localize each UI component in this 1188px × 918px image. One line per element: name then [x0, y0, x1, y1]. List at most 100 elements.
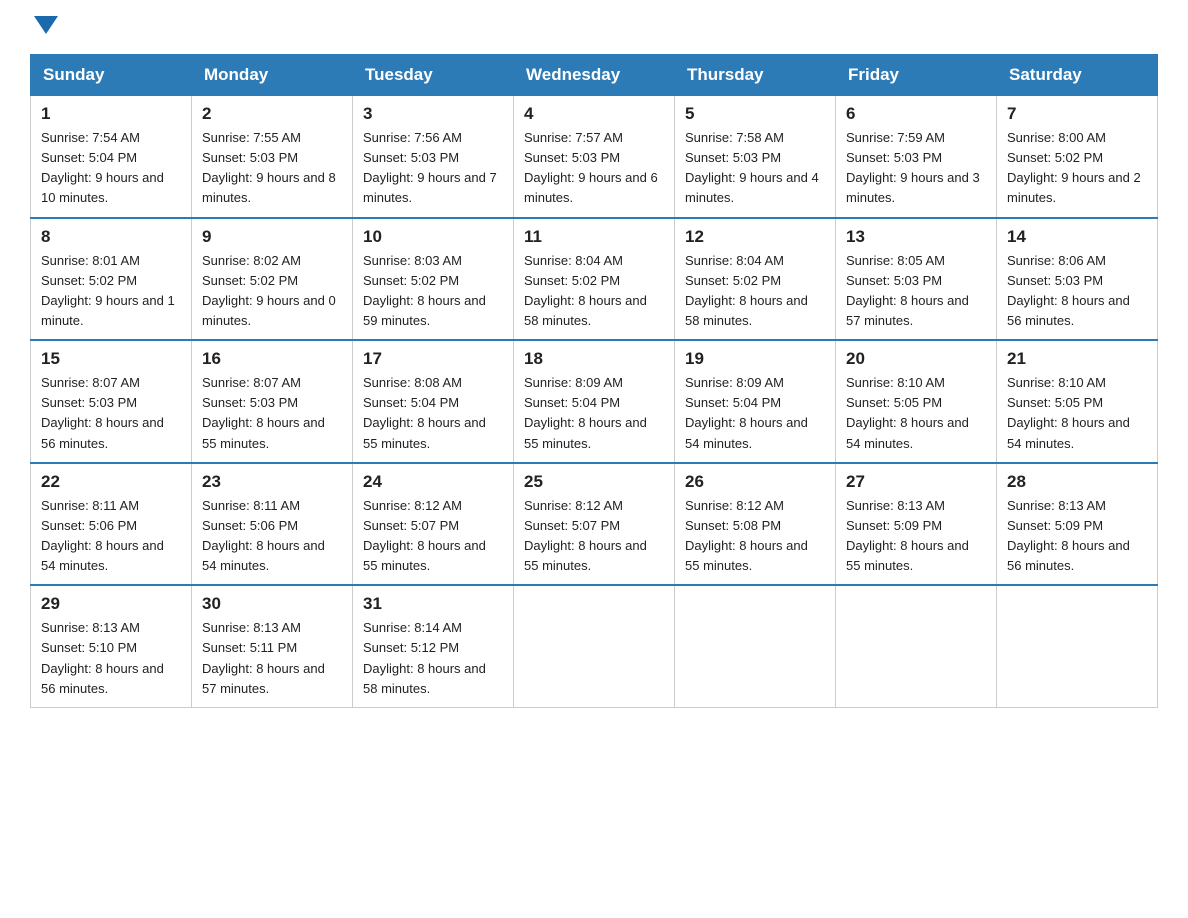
day-info: Sunrise: 8:12 AMSunset: 5:08 PMDaylight:… [685, 498, 808, 573]
calendar-cell: 5 Sunrise: 7:58 AMSunset: 5:03 PMDayligh… [675, 96, 836, 218]
col-sunday: Sunday [31, 55, 192, 96]
calendar-table: Sunday Monday Tuesday Wednesday Thursday… [30, 54, 1158, 708]
day-number: 26 [685, 472, 825, 492]
calendar-cell: 24 Sunrise: 8:12 AMSunset: 5:07 PMDaylig… [353, 463, 514, 586]
logo [30, 20, 58, 34]
day-number: 25 [524, 472, 664, 492]
calendar-week-row: 29 Sunrise: 8:13 AMSunset: 5:10 PMDaylig… [31, 585, 1158, 707]
calendar-cell: 4 Sunrise: 7:57 AMSunset: 5:03 PMDayligh… [514, 96, 675, 218]
day-number: 12 [685, 227, 825, 247]
calendar-week-row: 8 Sunrise: 8:01 AMSunset: 5:02 PMDayligh… [31, 218, 1158, 341]
day-number: 2 [202, 104, 342, 124]
calendar-cell [836, 585, 997, 707]
day-info: Sunrise: 8:12 AMSunset: 5:07 PMDaylight:… [363, 498, 486, 573]
day-info: Sunrise: 8:00 AMSunset: 5:02 PMDaylight:… [1007, 130, 1141, 205]
day-info: Sunrise: 7:58 AMSunset: 5:03 PMDaylight:… [685, 130, 819, 205]
day-number: 19 [685, 349, 825, 369]
day-number: 18 [524, 349, 664, 369]
day-info: Sunrise: 8:10 AMSunset: 5:05 PMDaylight:… [846, 375, 969, 450]
day-info: Sunrise: 8:10 AMSunset: 5:05 PMDaylight:… [1007, 375, 1130, 450]
calendar-cell: 17 Sunrise: 8:08 AMSunset: 5:04 PMDaylig… [353, 340, 514, 463]
day-info: Sunrise: 8:13 AMSunset: 5:10 PMDaylight:… [41, 620, 164, 695]
day-info: Sunrise: 8:11 AMSunset: 5:06 PMDaylight:… [41, 498, 164, 573]
day-info: Sunrise: 8:08 AMSunset: 5:04 PMDaylight:… [363, 375, 486, 450]
col-wednesday: Wednesday [514, 55, 675, 96]
day-info: Sunrise: 8:04 AMSunset: 5:02 PMDaylight:… [685, 253, 808, 328]
day-number: 22 [41, 472, 181, 492]
calendar-header-row: Sunday Monday Tuesday Wednesday Thursday… [31, 55, 1158, 96]
day-number: 27 [846, 472, 986, 492]
day-info: Sunrise: 8:07 AMSunset: 5:03 PMDaylight:… [41, 375, 164, 450]
calendar-cell: 29 Sunrise: 8:13 AMSunset: 5:10 PMDaylig… [31, 585, 192, 707]
day-info: Sunrise: 8:07 AMSunset: 5:03 PMDaylight:… [202, 375, 325, 450]
day-info: Sunrise: 7:55 AMSunset: 5:03 PMDaylight:… [202, 130, 336, 205]
day-info: Sunrise: 8:09 AMSunset: 5:04 PMDaylight:… [685, 375, 808, 450]
day-number: 16 [202, 349, 342, 369]
day-info: Sunrise: 7:57 AMSunset: 5:03 PMDaylight:… [524, 130, 658, 205]
page-header [30, 20, 1158, 34]
day-info: Sunrise: 7:59 AMSunset: 5:03 PMDaylight:… [846, 130, 980, 205]
day-number: 30 [202, 594, 342, 614]
calendar-cell: 16 Sunrise: 8:07 AMSunset: 5:03 PMDaylig… [192, 340, 353, 463]
calendar-cell: 14 Sunrise: 8:06 AMSunset: 5:03 PMDaylig… [997, 218, 1158, 341]
day-number: 28 [1007, 472, 1147, 492]
col-thursday: Thursday [675, 55, 836, 96]
col-tuesday: Tuesday [353, 55, 514, 96]
calendar-cell: 11 Sunrise: 8:04 AMSunset: 5:02 PMDaylig… [514, 218, 675, 341]
col-saturday: Saturday [997, 55, 1158, 96]
day-number: 21 [1007, 349, 1147, 369]
day-number: 1 [41, 104, 181, 124]
day-info: Sunrise: 7:56 AMSunset: 5:03 PMDaylight:… [363, 130, 497, 205]
col-monday: Monday [192, 55, 353, 96]
calendar-cell: 3 Sunrise: 7:56 AMSunset: 5:03 PMDayligh… [353, 96, 514, 218]
day-info: Sunrise: 8:13 AMSunset: 5:09 PMDaylight:… [846, 498, 969, 573]
calendar-cell: 27 Sunrise: 8:13 AMSunset: 5:09 PMDaylig… [836, 463, 997, 586]
day-info: Sunrise: 8:06 AMSunset: 5:03 PMDaylight:… [1007, 253, 1130, 328]
calendar-cell: 9 Sunrise: 8:02 AMSunset: 5:02 PMDayligh… [192, 218, 353, 341]
calendar-cell [997, 585, 1158, 707]
day-number: 9 [202, 227, 342, 247]
day-info: Sunrise: 8:03 AMSunset: 5:02 PMDaylight:… [363, 253, 486, 328]
day-number: 31 [363, 594, 503, 614]
day-number: 23 [202, 472, 342, 492]
day-info: Sunrise: 8:11 AMSunset: 5:06 PMDaylight:… [202, 498, 325, 573]
calendar-week-row: 15 Sunrise: 8:07 AMSunset: 5:03 PMDaylig… [31, 340, 1158, 463]
calendar-cell: 25 Sunrise: 8:12 AMSunset: 5:07 PMDaylig… [514, 463, 675, 586]
calendar-cell: 13 Sunrise: 8:05 AMSunset: 5:03 PMDaylig… [836, 218, 997, 341]
calendar-cell: 6 Sunrise: 7:59 AMSunset: 5:03 PMDayligh… [836, 96, 997, 218]
day-info: Sunrise: 7:54 AMSunset: 5:04 PMDaylight:… [41, 130, 164, 205]
day-number: 3 [363, 104, 503, 124]
day-info: Sunrise: 8:13 AMSunset: 5:09 PMDaylight:… [1007, 498, 1130, 573]
calendar-cell: 28 Sunrise: 8:13 AMSunset: 5:09 PMDaylig… [997, 463, 1158, 586]
calendar-cell: 22 Sunrise: 8:11 AMSunset: 5:06 PMDaylig… [31, 463, 192, 586]
logo-triangle-icon [34, 16, 58, 34]
calendar-cell [675, 585, 836, 707]
day-number: 13 [846, 227, 986, 247]
calendar-cell: 2 Sunrise: 7:55 AMSunset: 5:03 PMDayligh… [192, 96, 353, 218]
day-number: 24 [363, 472, 503, 492]
day-number: 7 [1007, 104, 1147, 124]
calendar-week-row: 1 Sunrise: 7:54 AMSunset: 5:04 PMDayligh… [31, 96, 1158, 218]
day-number: 5 [685, 104, 825, 124]
day-number: 15 [41, 349, 181, 369]
logo-blue-text [30, 20, 58, 34]
calendar-week-row: 22 Sunrise: 8:11 AMSunset: 5:06 PMDaylig… [31, 463, 1158, 586]
calendar-cell: 8 Sunrise: 8:01 AMSunset: 5:02 PMDayligh… [31, 218, 192, 341]
calendar-cell: 19 Sunrise: 8:09 AMSunset: 5:04 PMDaylig… [675, 340, 836, 463]
calendar-cell: 20 Sunrise: 8:10 AMSunset: 5:05 PMDaylig… [836, 340, 997, 463]
day-info: Sunrise: 8:12 AMSunset: 5:07 PMDaylight:… [524, 498, 647, 573]
day-info: Sunrise: 8:09 AMSunset: 5:04 PMDaylight:… [524, 375, 647, 450]
day-number: 14 [1007, 227, 1147, 247]
calendar-cell: 1 Sunrise: 7:54 AMSunset: 5:04 PMDayligh… [31, 96, 192, 218]
day-number: 11 [524, 227, 664, 247]
day-number: 10 [363, 227, 503, 247]
calendar-cell: 26 Sunrise: 8:12 AMSunset: 5:08 PMDaylig… [675, 463, 836, 586]
day-number: 17 [363, 349, 503, 369]
calendar-cell: 10 Sunrise: 8:03 AMSunset: 5:02 PMDaylig… [353, 218, 514, 341]
day-info: Sunrise: 8:14 AMSunset: 5:12 PMDaylight:… [363, 620, 486, 695]
day-number: 8 [41, 227, 181, 247]
day-info: Sunrise: 8:02 AMSunset: 5:02 PMDaylight:… [202, 253, 336, 328]
calendar-cell: 12 Sunrise: 8:04 AMSunset: 5:02 PMDaylig… [675, 218, 836, 341]
calendar-cell: 18 Sunrise: 8:09 AMSunset: 5:04 PMDaylig… [514, 340, 675, 463]
day-info: Sunrise: 8:05 AMSunset: 5:03 PMDaylight:… [846, 253, 969, 328]
